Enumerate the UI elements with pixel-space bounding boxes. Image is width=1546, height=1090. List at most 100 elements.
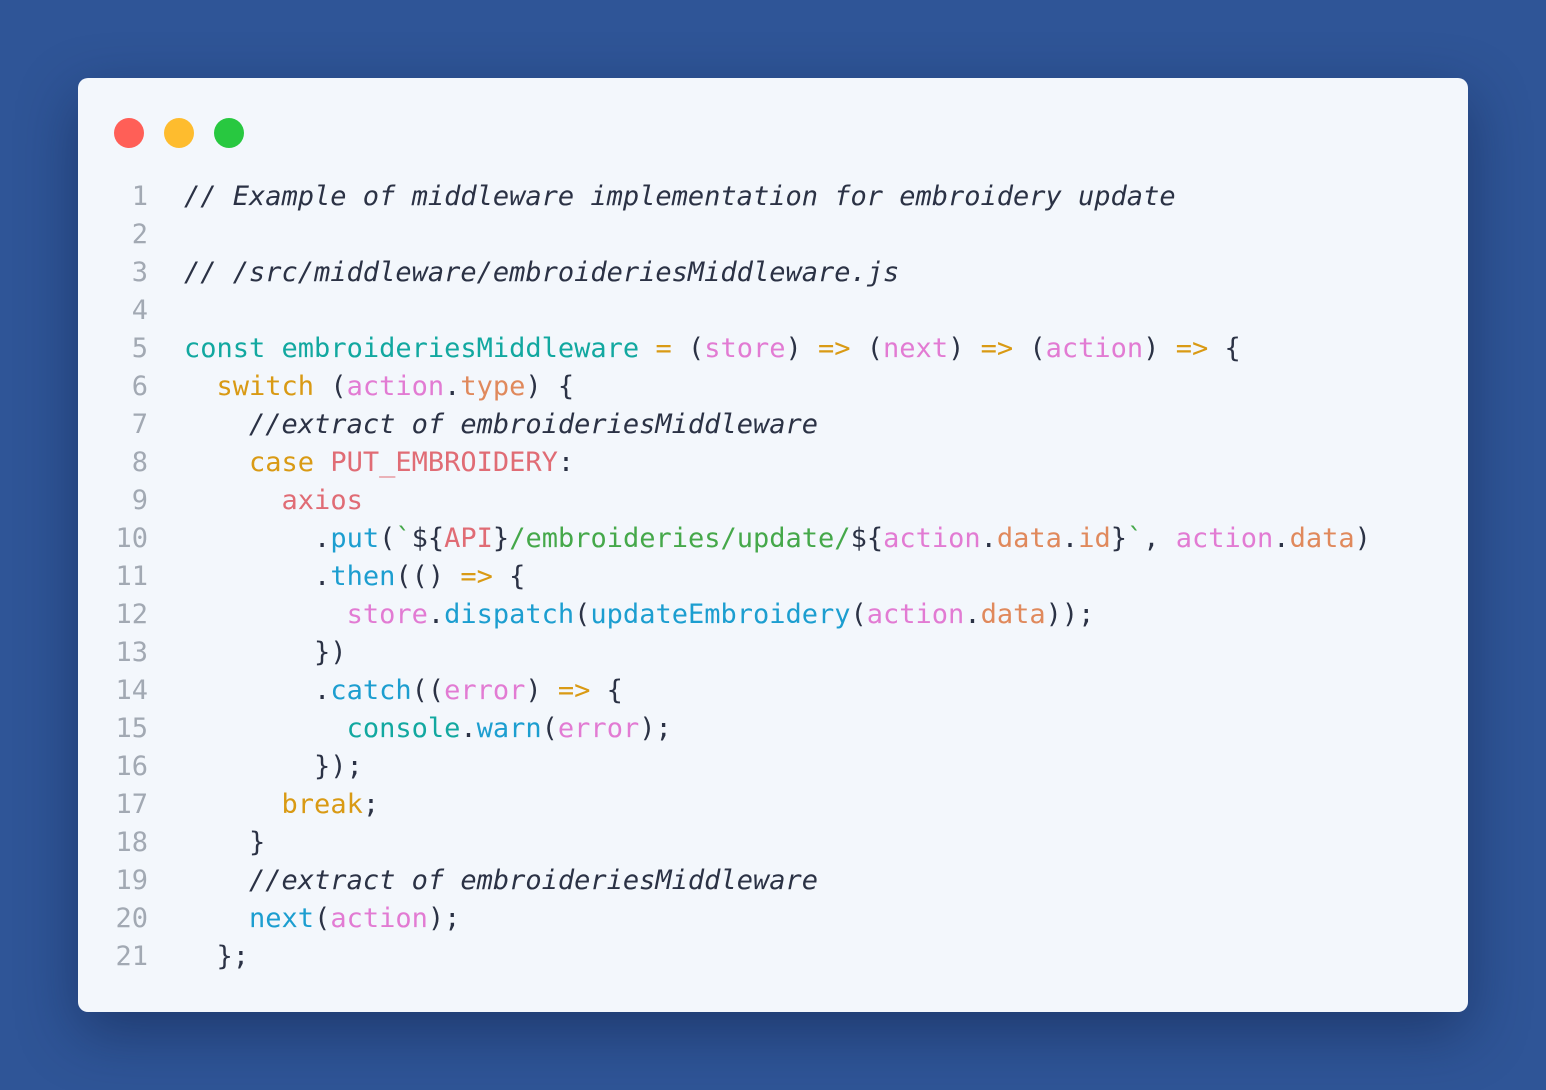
code-token: `: [395, 523, 412, 554]
code-text: .then(() => {: [184, 558, 525, 596]
close-button[interactable]: [114, 118, 144, 148]
code-token: .: [1061, 523, 1079, 554]
code-token: (: [574, 599, 591, 630]
code-text: }): [184, 634, 347, 672]
code-token: .: [980, 523, 997, 554]
code-text: };: [184, 938, 250, 976]
code-text: const embroideriesMiddleware = (store) =…: [184, 330, 1241, 368]
code-token: // Example of middleware implementation …: [184, 181, 1176, 212]
code-token: ): [785, 333, 819, 364]
code-token: error: [444, 675, 526, 706]
code-token: ));: [1045, 599, 1095, 630]
code-line: 19 //extract of embroideriesMiddleware: [78, 862, 1468, 900]
code-token: //extract of embroideriesMiddleware: [249, 409, 818, 440]
code-token: .: [444, 371, 461, 402]
code-token: }): [184, 637, 347, 668]
code-token: error: [557, 713, 640, 744]
code-token: updateEmbroidery: [590, 599, 851, 630]
code-token: (: [1013, 333, 1046, 364]
code-token: (: [379, 523, 396, 554]
code-token: //extract of embroideriesMiddleware: [249, 865, 818, 896]
code-token: =>: [980, 333, 1014, 364]
code-token: data: [996, 523, 1062, 554]
code-token: action: [866, 599, 965, 630]
line-number: 13: [115, 637, 148, 668]
code-text: switch (action.type) {: [184, 368, 575, 406]
code-window: 1 // Example of middleware implementation…: [78, 78, 1468, 1012]
code-token: then: [330, 561, 396, 592]
code-token: .: [427, 599, 445, 630]
code-text: .catch((error) => {: [184, 672, 623, 710]
code-token: API: [444, 523, 493, 554]
code-token: .: [184, 523, 331, 554]
code-text: .put(`${API}/embroideries/update/${actio…: [184, 520, 1371, 558]
code-token: action: [346, 371, 445, 402]
code-text: case PUT_EMBROIDERY:: [184, 444, 574, 482]
code-token: console: [346, 713, 461, 744]
code-token: store: [704, 333, 786, 364]
code-token: (: [850, 599, 867, 630]
code-text: console.warn(error);: [184, 710, 672, 748]
line-number: 10: [115, 523, 148, 554]
code-token: data: [1289, 523, 1355, 554]
code-token: ): [1143, 333, 1176, 364]
code-line: 21 };: [78, 938, 1468, 976]
code-token: .: [460, 713, 477, 744]
minimize-button[interactable]: [164, 118, 194, 148]
code-token: .: [1273, 523, 1290, 554]
code-token: ${: [850, 523, 884, 554]
code-token: });: [184, 751, 363, 782]
line-number: 12: [115, 599, 148, 630]
code-token: {: [590, 675, 623, 706]
code-text: axios: [184, 482, 363, 520]
code-token: ((): [395, 561, 461, 592]
code-token: :: [557, 447, 575, 478]
code-line: 6 switch (action.type) {: [78, 368, 1468, 406]
maximize-button[interactable]: [214, 118, 244, 148]
code-line: 2: [78, 216, 1468, 254]
code-token: dispatch: [444, 599, 575, 630]
line-number: 15: [115, 713, 148, 744]
code-token: action: [883, 523, 981, 554]
line-number: 2: [131, 219, 148, 250]
code-text: });: [184, 748, 363, 786]
code-line: 14 .catch((error) => {: [78, 672, 1468, 710]
code-line: 20 next(action);: [78, 900, 1468, 938]
code-token: .: [184, 675, 331, 706]
code-token: (: [671, 333, 705, 364]
code-token: =: [655, 333, 672, 364]
line-number: 8: [131, 447, 148, 478]
code-line: 12 store.dispatch(updateEmbroidery(actio…: [78, 596, 1468, 634]
code-token: `: [1126, 523, 1144, 554]
code-token: ): [948, 333, 981, 364]
code-token: };: [184, 941, 250, 972]
code-line: 16 });: [78, 748, 1468, 786]
line-number: 4: [131, 295, 148, 326]
code-token: ) {: [525, 371, 575, 402]
code-token: =>: [557, 675, 591, 706]
code-token: catch: [330, 675, 412, 706]
code-token: warn: [476, 713, 542, 744]
code-token: embroideriesMiddleware: [281, 333, 640, 364]
code-token: next: [883, 333, 949, 364]
code-token: next: [249, 903, 315, 934]
line-number: 9: [131, 485, 148, 516]
code-token: (: [850, 333, 884, 364]
code-token: /embroideries/update/: [509, 523, 851, 554]
code-token: (: [314, 903, 331, 934]
line-number: 11: [115, 561, 148, 592]
code-text: // /src/middleware/embroideriesMiddlewar…: [184, 254, 899, 292]
code-line: 11 .then(() => {: [78, 558, 1468, 596]
code-line: 3 // /src/middleware/embroideriesMiddlewa…: [78, 254, 1468, 292]
line-number: 3: [131, 257, 148, 288]
code-line: 15 console.warn(error);: [78, 710, 1468, 748]
